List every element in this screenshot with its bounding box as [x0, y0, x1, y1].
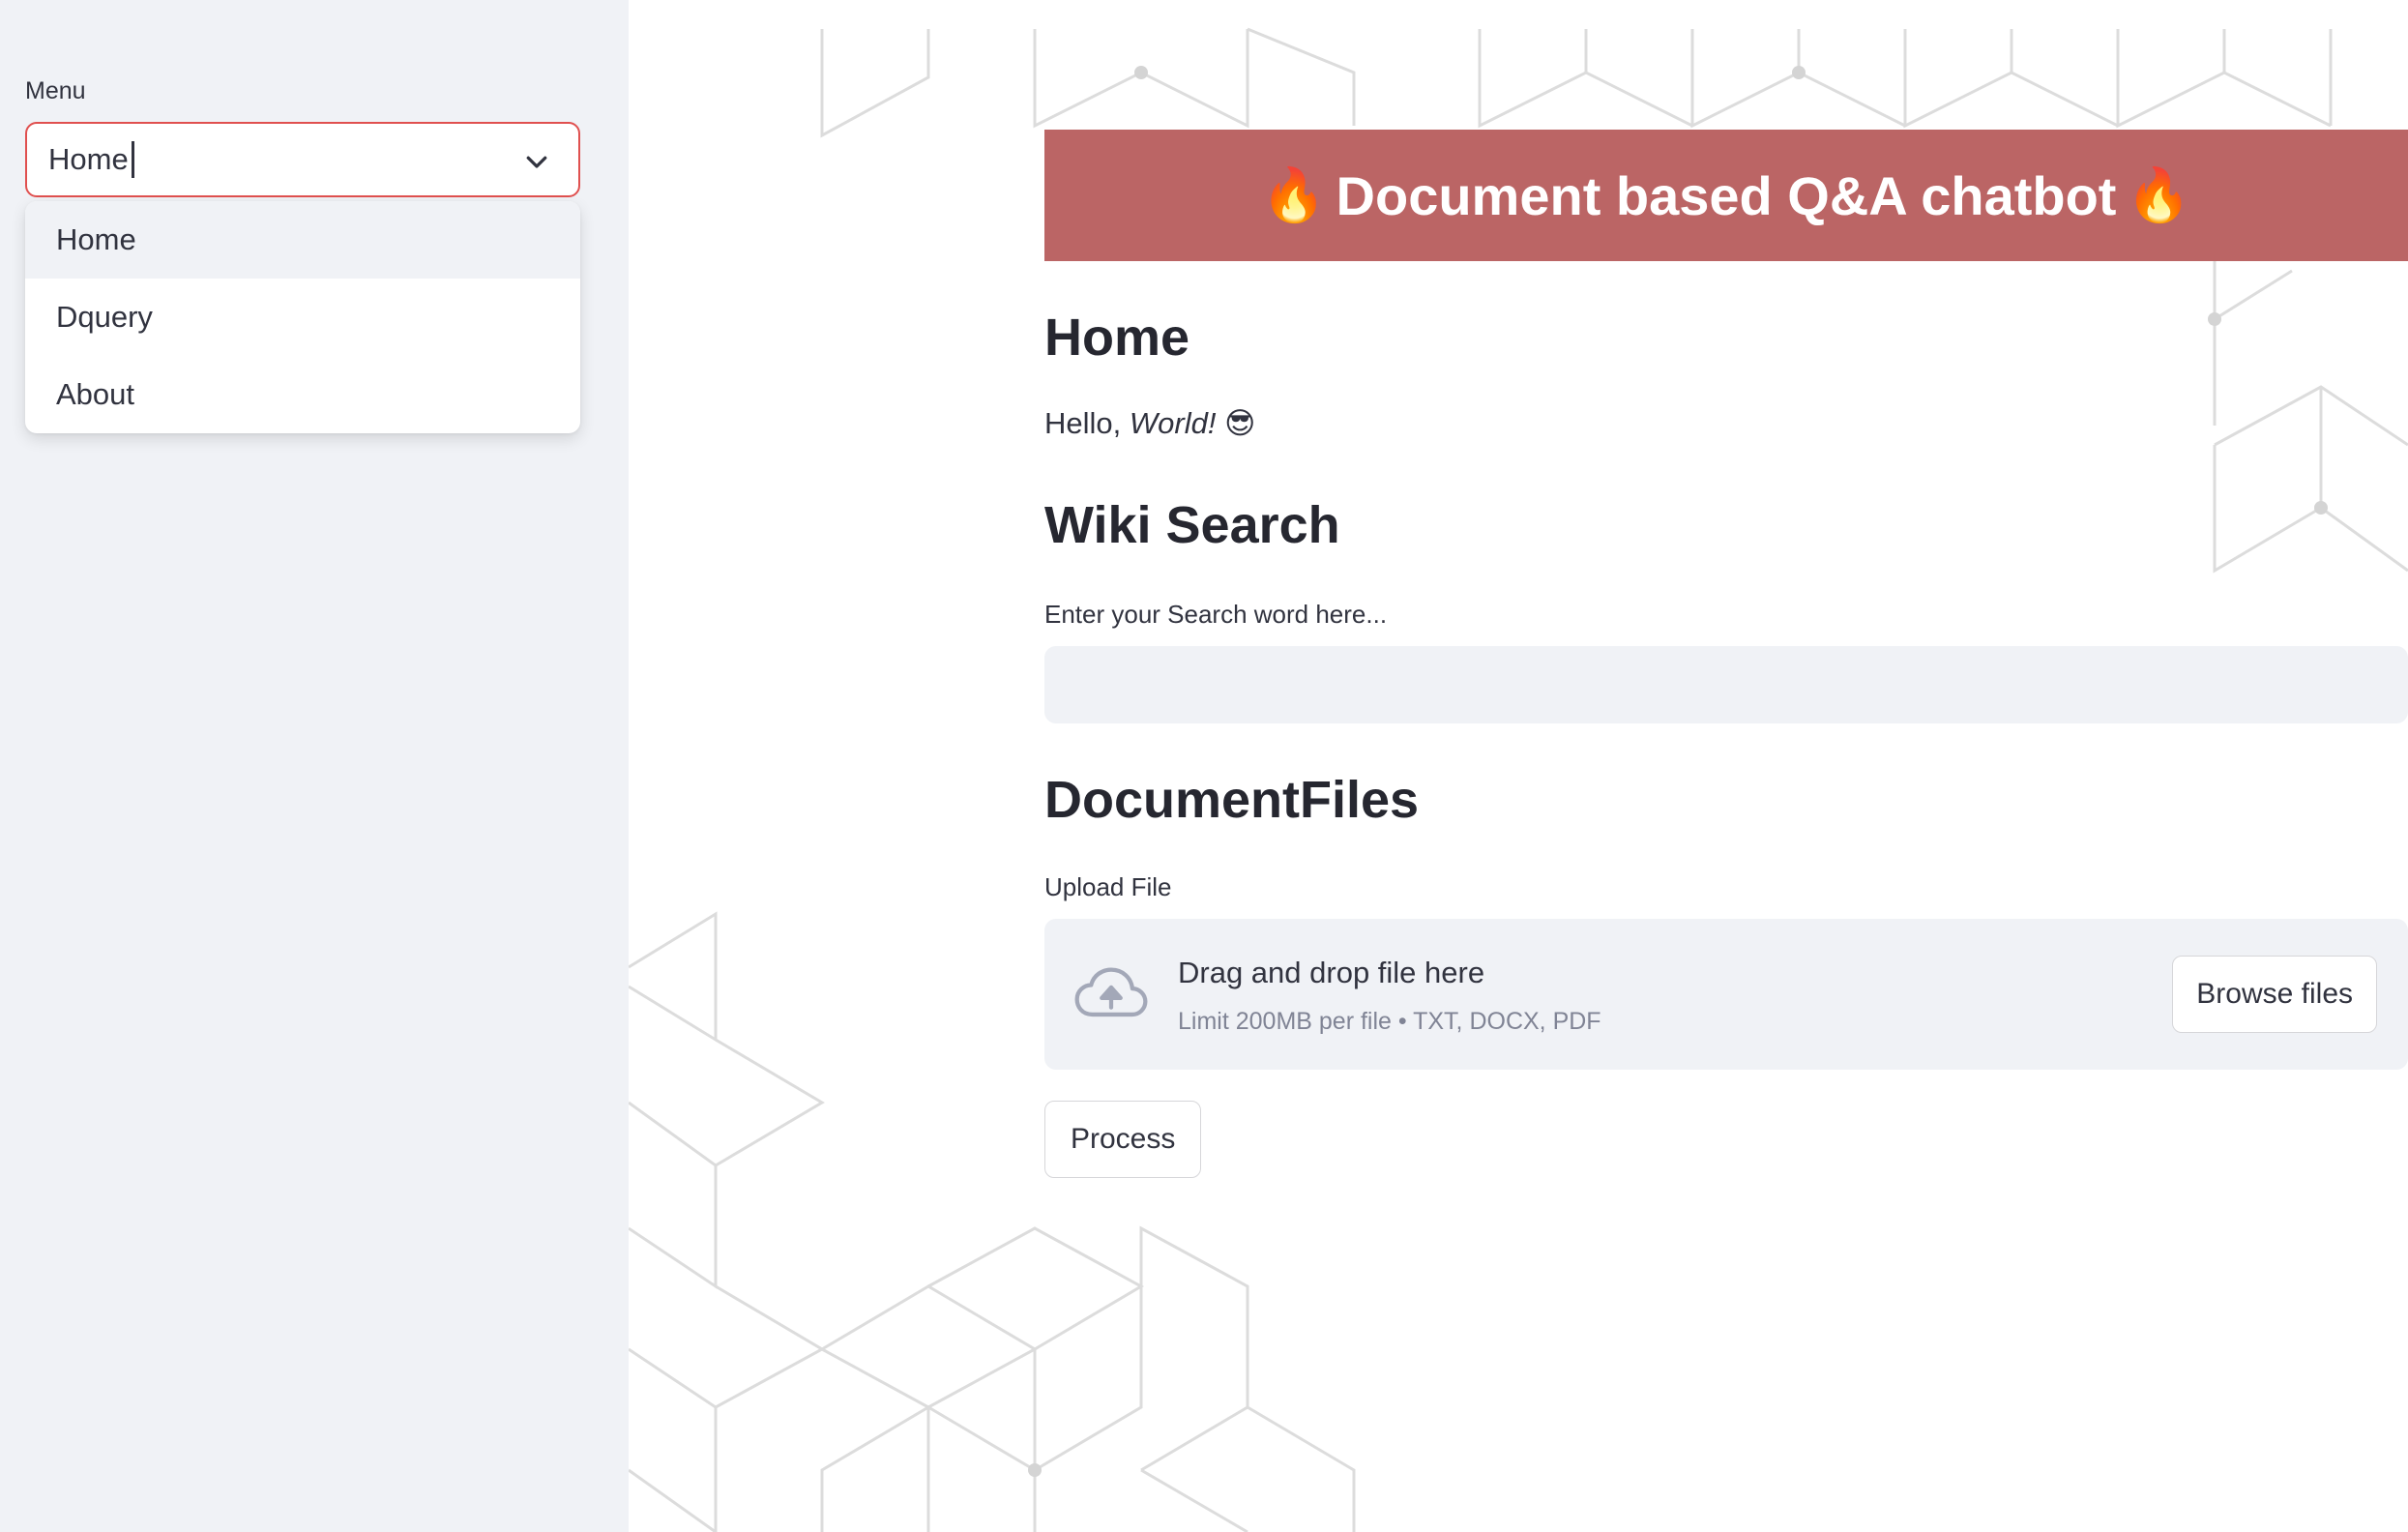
process-button[interactable]: Process — [1044, 1101, 1202, 1178]
document-files-heading: DocumentFiles — [1044, 771, 1420, 829]
file-dropzone[interactable]: Drag and drop file here Limit 200MB per … — [1044, 919, 2408, 1070]
menu-option-home[interactable]: Home — [25, 201, 580, 279]
browse-files-button[interactable]: Browse files — [2172, 956, 2377, 1033]
sunglasses-icon: 😎 — [1224, 406, 1256, 440]
dropzone-title: Drag and drop file here — [1178, 956, 1485, 989]
dropzone-limits: Limit 200MB per file • TXT, DOCX, PDF — [1178, 1008, 1601, 1035]
home-heading: Home — [1044, 309, 1190, 367]
cloud-upload-icon — [1074, 967, 1148, 1017]
sidebar: Menu Home Home Dquery About — [0, 0, 629, 1532]
menu-label: Menu — [25, 77, 86, 104]
fire-icon: 🔥 — [2126, 165, 2191, 224]
chevron-down-icon[interactable] — [522, 147, 551, 176]
fire-icon: 🔥 — [1261, 165, 1327, 224]
text-caret — [131, 141, 134, 178]
search-label: Enter your Search word here... — [1044, 600, 1388, 629]
upload-label: Upload File — [1044, 872, 1172, 901]
banner-title: Document based Q&A chatbot — [1336, 164, 2117, 226]
menu-select[interactable]: Home — [25, 122, 580, 197]
search-input[interactable] — [1044, 646, 2408, 723]
wiki-search-heading: Wiki Search — [1044, 496, 1340, 554]
app-window: Menu Home Home Dquery About 🔥 Document b… — [0, 0, 2408, 1532]
menu-select-value: Home — [48, 142, 129, 176]
menu-option-dquery[interactable]: Dquery — [25, 279, 580, 356]
hello-emphasis: World! — [1129, 406, 1217, 440]
main-area: 🔥 Document based Q&A chatbot 🔥 Home Hell… — [629, 0, 2408, 1532]
hello-prefix: Hello, — [1044, 406, 1130, 440]
hello-text: Hello, World! 😎 — [1044, 406, 1255, 441]
title-banner: 🔥 Document based Q&A chatbot 🔥 — [1044, 130, 2408, 261]
menu-dropdown: Home Dquery About — [25, 201, 580, 433]
menu-option-about[interactable]: About — [25, 356, 580, 433]
